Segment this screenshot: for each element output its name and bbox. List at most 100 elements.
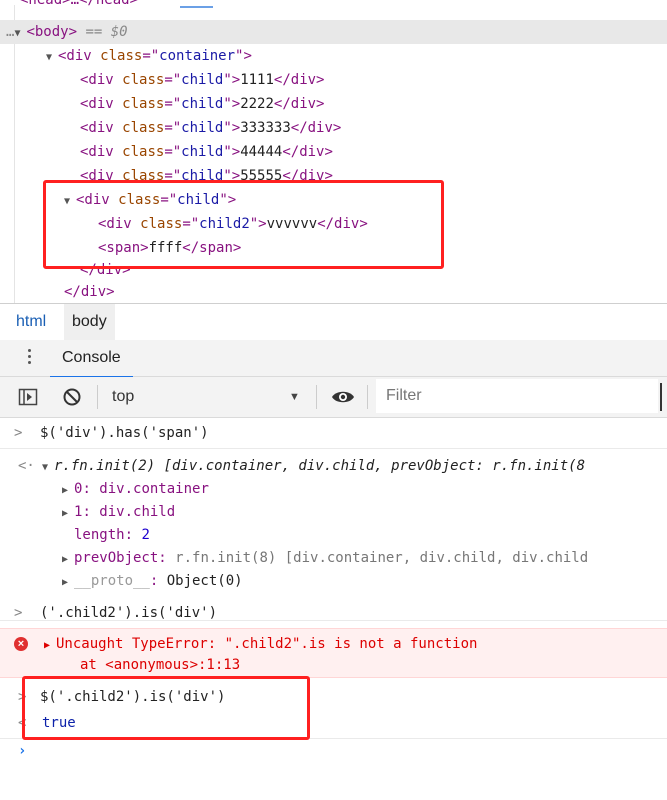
tree-guide-line bbox=[14, 5, 15, 303]
breadcrumb: html body bbox=[0, 303, 667, 341]
attr-value: child2 bbox=[199, 216, 250, 232]
attr-value: child bbox=[177, 192, 220, 208]
node-text: 2222 bbox=[240, 96, 274, 112]
context-selector[interactable]: top bbox=[112, 377, 134, 417]
attr-name: class bbox=[100, 48, 143, 64]
expand-triangle-icon[interactable]: ▶ bbox=[62, 549, 74, 571]
attr-value: child bbox=[181, 168, 224, 184]
dropdown-arrow-icon[interactable]: ▼ bbox=[289, 377, 300, 417]
node-text: 44444 bbox=[240, 144, 283, 160]
console-result-row: <· ▼ r.fn.init(2) [div.container, div.chi… bbox=[0, 449, 667, 621]
attr-name: class bbox=[122, 96, 165, 112]
tree-node-child[interactable]: <div class="child">2222</div> bbox=[80, 92, 324, 116]
error-location[interactable]: at <anonymous>:1:13 bbox=[80, 654, 240, 676]
node-text: 55555 bbox=[240, 168, 283, 184]
result-object[interactable]: ▼ r.fn.init(2) [div.container, div.child,… bbox=[42, 455, 585, 479]
tree-node-container[interactable]: ▼ <div class="container"> bbox=[46, 44, 252, 68]
prompt-chevron-icon: › bbox=[18, 743, 27, 759]
attr-name: class bbox=[122, 168, 165, 184]
head-tag: <head>…</head> bbox=[20, 0, 139, 8]
tree-node-close: </div> bbox=[64, 280, 115, 303]
console-prompt-row[interactable]: › bbox=[0, 740, 667, 800]
expand-triangle-icon[interactable]: ▼ bbox=[42, 457, 54, 479]
attr-value: child bbox=[181, 96, 224, 112]
attr-name: class bbox=[118, 192, 161, 208]
tab-console[interactable]: Console bbox=[50, 340, 133, 378]
result-value: true bbox=[42, 715, 76, 731]
output-arrow-icon: <· bbox=[18, 458, 35, 474]
attr-name: class bbox=[140, 216, 183, 232]
breadcrumb-item-body[interactable]: body bbox=[64, 304, 115, 340]
console-input-row: > ('.child2').is('div') bbox=[0, 600, 667, 626]
tree-node-child2[interactable]: <div class="child2">vvvvvv</div> bbox=[98, 212, 368, 236]
proto-property[interactable]: ▶ __proto__: Object(0) bbox=[62, 570, 243, 594]
input-prompt-icon: > bbox=[14, 425, 23, 441]
console-command[interactable]: ('.child2').is('div') bbox=[40, 602, 217, 624]
toolbar-divider bbox=[97, 385, 98, 409]
attr-name: class bbox=[122, 72, 165, 88]
stack-frame: at <anonymous>:1:13 bbox=[80, 657, 241, 673]
attr-value: container bbox=[159, 48, 236, 64]
console-result-row: < true bbox=[0, 710, 667, 739]
result-item[interactable]: ▶ 1: div.child bbox=[62, 501, 175, 525]
sidebar-toggle-icon[interactable] bbox=[18, 387, 38, 410]
input-prompt-icon: > bbox=[14, 605, 23, 621]
breadcrumb-item-html[interactable]: html bbox=[8, 304, 54, 340]
console-toolbar: top ▼ bbox=[0, 377, 667, 418]
tag-open: <div bbox=[58, 48, 92, 64]
node-text: ffff bbox=[148, 240, 183, 256]
span-close-tag: </span> bbox=[182, 240, 242, 256]
elements-panel: <head>…</head> …▼ <body> == $0 ▼ <div clas… bbox=[0, 0, 667, 303]
item-value: 2 bbox=[141, 527, 150, 543]
expand-triangle-icon[interactable]: ▼ bbox=[14, 22, 26, 46]
error-icon: × bbox=[14, 637, 28, 651]
toolbar-divider bbox=[367, 385, 368, 409]
div-close-tag: </div> bbox=[64, 284, 115, 300]
more-menu-icon[interactable] bbox=[28, 349, 32, 367]
toolbar-edge bbox=[660, 383, 662, 411]
console-input-row: > $('div').has('span') bbox=[0, 418, 667, 449]
tree-node-child[interactable]: <div class="child">55555</div> bbox=[80, 164, 333, 188]
expand-triangle-icon[interactable]: ▶ bbox=[44, 635, 56, 657]
tree-node-child[interactable]: <div class="child">1111</div> bbox=[80, 68, 324, 92]
attr-name: class bbox=[122, 144, 165, 160]
command-text: ('.child2').is('div') bbox=[40, 605, 218, 621]
attr-value: child bbox=[181, 144, 224, 160]
span-open-tag: <span> bbox=[98, 240, 149, 256]
expand-triangle-icon[interactable]: ▼ bbox=[64, 190, 76, 214]
tree-node-head[interactable]: <head>…</head> bbox=[20, 0, 138, 12]
ellipsis-icon[interactable]: … bbox=[0, 24, 14, 40]
tree-node-child-expanded[interactable]: ▼ <div class="child"> bbox=[64, 188, 236, 212]
filter-input[interactable] bbox=[376, 379, 658, 413]
length-property: length: 2 bbox=[74, 527, 150, 543]
expand-triangle-icon[interactable]: ▶ bbox=[62, 572, 74, 594]
command-text: $('div').has('span') bbox=[40, 425, 209, 441]
node-text: 333333 bbox=[240, 120, 291, 136]
tree-node-close: </div> bbox=[80, 258, 131, 282]
item-value: div.child bbox=[99, 504, 176, 520]
drawer-header: Console bbox=[0, 340, 667, 378]
tree-node-span[interactable]: <span>ffff</span> bbox=[98, 236, 241, 260]
eye-icon[interactable] bbox=[331, 387, 355, 410]
item-key: length bbox=[74, 527, 125, 543]
expand-triangle-icon[interactable]: ▶ bbox=[62, 480, 74, 502]
clear-console-icon[interactable] bbox=[62, 387, 82, 410]
node-text: 1111 bbox=[240, 72, 274, 88]
expand-triangle-icon[interactable]: ▼ bbox=[46, 46, 58, 70]
input-prompt-icon: > bbox=[18, 689, 27, 705]
console-input-row: > $('.child2').is('div') bbox=[0, 678, 667, 705]
console-command[interactable]: $('div').has('span') bbox=[40, 422, 209, 444]
result-item[interactable]: ▶ 0: div.container bbox=[62, 478, 209, 502]
selection-indicator bbox=[180, 6, 213, 8]
tree-node-body[interactable]: …▼ <body> == $0 bbox=[0, 20, 667, 44]
prevobject-property[interactable]: ▶ prevObject: r.fn.init(8) [div.container… bbox=[62, 547, 588, 571]
result-summary: r.fn.init(2) [div.container, div.child, … bbox=[54, 458, 586, 474]
tree-node-child[interactable]: <div class="child">44444</div> bbox=[80, 140, 333, 164]
item-key: prevObject bbox=[74, 550, 159, 566]
item-value: div.container bbox=[99, 481, 209, 497]
node-text: vvvvvv bbox=[266, 216, 318, 232]
toolbar-divider bbox=[316, 385, 317, 409]
expand-triangle-icon[interactable]: ▶ bbox=[62, 503, 74, 525]
console-command[interactable]: $('.child2').is('div') bbox=[40, 686, 225, 708]
tree-node-child[interactable]: <div class="child">333333</div> bbox=[80, 116, 341, 140]
